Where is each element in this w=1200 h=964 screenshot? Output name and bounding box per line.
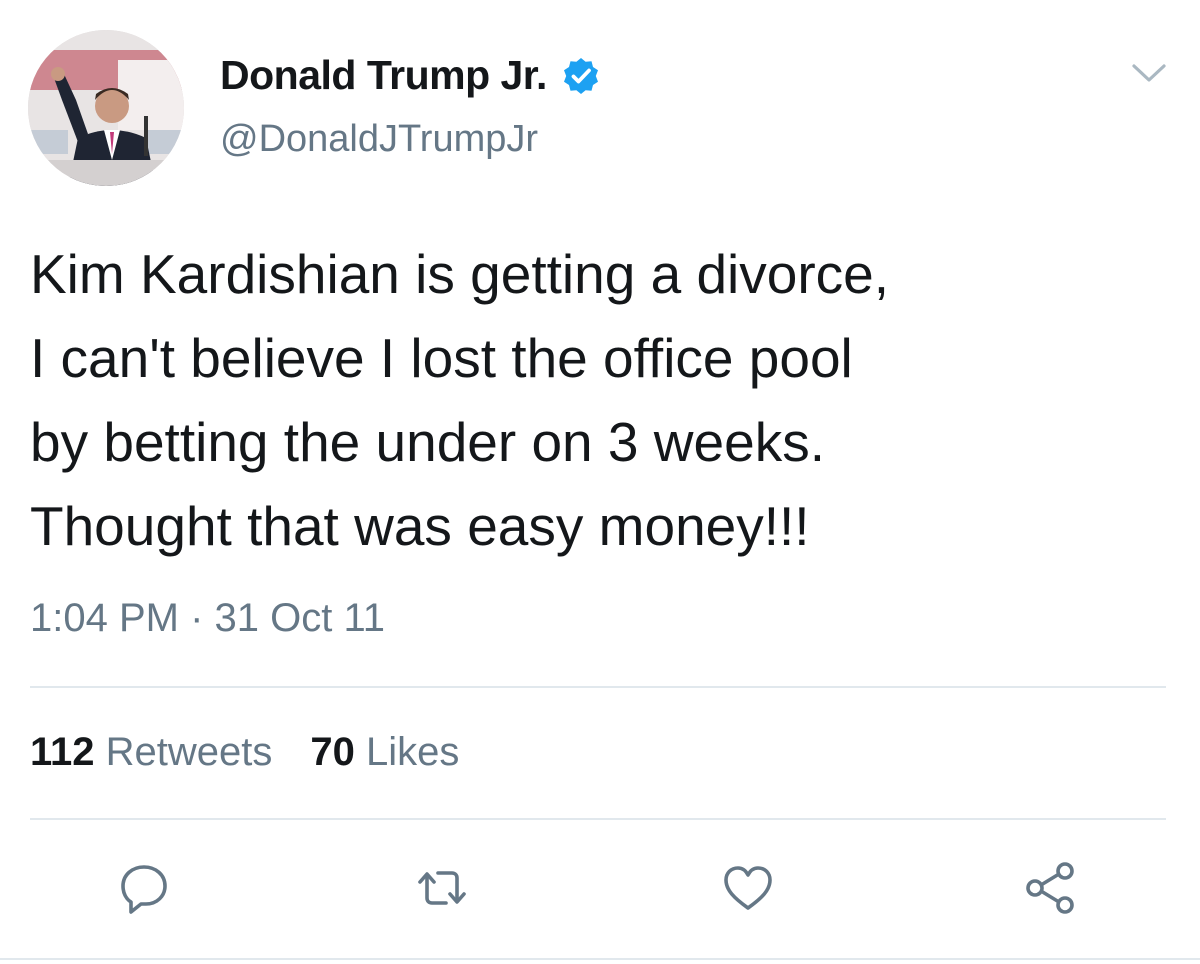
share-button[interactable]	[1020, 858, 1080, 918]
user-handle[interactable]: @DonaldJTrumpJr	[220, 118, 538, 161]
retweets-label: Retweets	[105, 730, 273, 774]
more-options-chevron-icon[interactable]	[1128, 58, 1170, 88]
tweet-stats: 112 Retweets 70 Likes	[30, 730, 459, 775]
divider	[30, 686, 1166, 688]
user-name-row: Donald Trump Jr.	[220, 52, 601, 99]
retweets-stat[interactable]: 112 Retweets	[30, 730, 272, 775]
tweet-timestamp[interactable]: 1:04 PM · 31 Oct 11	[30, 596, 385, 641]
likes-stat[interactable]: 70 Likes	[310, 730, 459, 775]
divider	[30, 818, 1166, 820]
tweet-actions-bar	[0, 858, 1200, 918]
reply-icon	[121, 865, 167, 914]
share-icon	[1026, 862, 1074, 914]
avatar[interactable]	[28, 30, 184, 186]
like-icon	[724, 866, 772, 910]
retweet-button[interactable]	[412, 858, 472, 918]
tweet-card: Donald Trump Jr. @DonaldJTrumpJr Kim Kar…	[0, 0, 1200, 964]
retweet-icon	[418, 871, 466, 905]
likes-label: Likes	[366, 730, 460, 774]
likes-count: 70	[310, 730, 355, 774]
verified-badge-icon	[561, 56, 601, 96]
avatar-image	[28, 30, 184, 186]
like-button[interactable]	[718, 858, 778, 918]
display-name[interactable]: Donald Trump Jr.	[220, 52, 547, 99]
tweet-text: Kim Kardishian is getting a divorce, I c…	[30, 243, 890, 557]
retweets-count: 112	[30, 730, 95, 774]
reply-button[interactable]	[114, 858, 174, 918]
divider	[0, 958, 1200, 960]
